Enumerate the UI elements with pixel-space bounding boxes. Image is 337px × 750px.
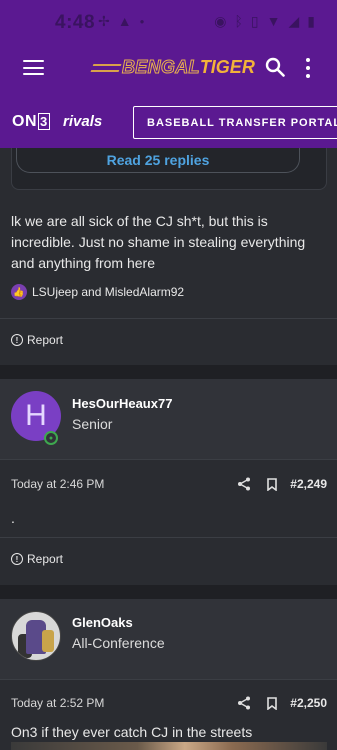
status-left-icons: ✢ ▲ ● <box>98 13 144 31</box>
user-rank: All-Conference <box>72 635 165 651</box>
vibrate-icon: ▯ <box>250 13 259 29</box>
reaction-users[interactable]: LSUjeep and MisledAlarm92 <box>32 285 184 299</box>
post-body-text: lk we are all sick of the CJ sh*t, but t… <box>11 213 306 271</box>
status-time: 4:48 <box>55 12 96 33</box>
logo-text-tiger: TIGER <box>199 57 255 77</box>
app-header: BENGAL TIGER <box>0 44 337 94</box>
user-rank: Senior <box>72 416 113 432</box>
post-number[interactable]: #2,250 <box>290 696 327 710</box>
on3-text: ON <box>12 113 37 130</box>
warning-icon: ▲ <box>117 13 132 29</box>
report-label: Report <box>27 552 64 566</box>
post-separator <box>0 365 337 379</box>
report-link[interactable]: ! Report <box>11 333 63 347</box>
alarm-icon: ◉ <box>214 13 227 29</box>
post-meta: Today at 2:52 PM #2,250 <box>11 693 327 713</box>
search-icon[interactable] <box>265 57 285 77</box>
share-icon[interactable] <box>237 696 251 710</box>
alert-circle-icon: ! <box>11 334 23 346</box>
status-right-icons: ◉ ᛒ ▯ ▼ ◢ ▮ <box>214 13 315 30</box>
divider <box>0 537 337 538</box>
username[interactable]: HesOurHeaux77 <box>72 396 172 411</box>
wifi-icon: ▼ <box>266 13 281 29</box>
battery-icon: ▮ <box>307 13 315 29</box>
divider <box>0 318 337 319</box>
post-timestamp[interactable]: Today at 2:46 PM <box>11 477 237 491</box>
divider <box>0 679 337 680</box>
transfer-portal-button[interactable]: BASEBALL TRANSFER PORTAL <box>133 106 337 139</box>
like-icon: 👍 <box>11 284 27 300</box>
share-icon[interactable] <box>237 477 251 491</box>
logo-claw-icon <box>90 63 122 72</box>
signal-icon: ◢ <box>288 13 300 29</box>
brand-bar: ON 3 rivals BASEBALL TRANSFER PORTAL <box>0 94 337 148</box>
fan-icon: ✢ <box>98 13 110 29</box>
hamburger-icon[interactable] <box>23 60 44 75</box>
report-label: Report <box>27 333 64 347</box>
reactions-bar[interactable]: 👍 LSUjeep and MisledAlarm92 <box>11 284 184 300</box>
bluetooth-icon: ᛒ <box>234 13 243 29</box>
status-bar: 4:48 ✢ ▲ ● ◉ ᛒ ▯ ▼ ◢ ▮ <box>0 0 337 44</box>
divider <box>0 459 337 460</box>
on3-logo[interactable]: ON 3 <box>12 113 50 131</box>
online-status-icon: ● <box>44 431 58 445</box>
post-meta: Today at 2:46 PM #2,249 <box>11 474 327 494</box>
on3-box: 3 <box>38 113 50 130</box>
logo-text-bengal: BENGAL <box>122 57 201 78</box>
username[interactable]: GlenOaks <box>72 615 133 630</box>
dot-icon: ● <box>139 17 145 26</box>
alert-circle-icon: ! <box>11 553 23 565</box>
read-replies-button[interactable]: Read 25 replies <box>16 148 300 173</box>
bookmark-icon[interactable] <box>267 696 278 710</box>
post-separator <box>0 585 337 599</box>
post-number[interactable]: #2,249 <box>290 477 327 491</box>
post-image[interactable] <box>11 742 327 750</box>
site-logo[interactable]: BENGAL TIGER <box>90 57 255 78</box>
avatar[interactable] <box>11 611 61 661</box>
rivals-logo[interactable]: rivals <box>63 113 102 130</box>
post-body-text: On3 if they ever catch CJ in the streets <box>11 724 253 740</box>
bookmark-icon[interactable] <box>267 477 278 491</box>
post-timestamp[interactable]: Today at 2:52 PM <box>11 696 237 710</box>
kebab-icon[interactable] <box>305 58 311 78</box>
post-body-text: . <box>11 510 15 526</box>
report-link[interactable]: ! Report <box>11 552 63 566</box>
